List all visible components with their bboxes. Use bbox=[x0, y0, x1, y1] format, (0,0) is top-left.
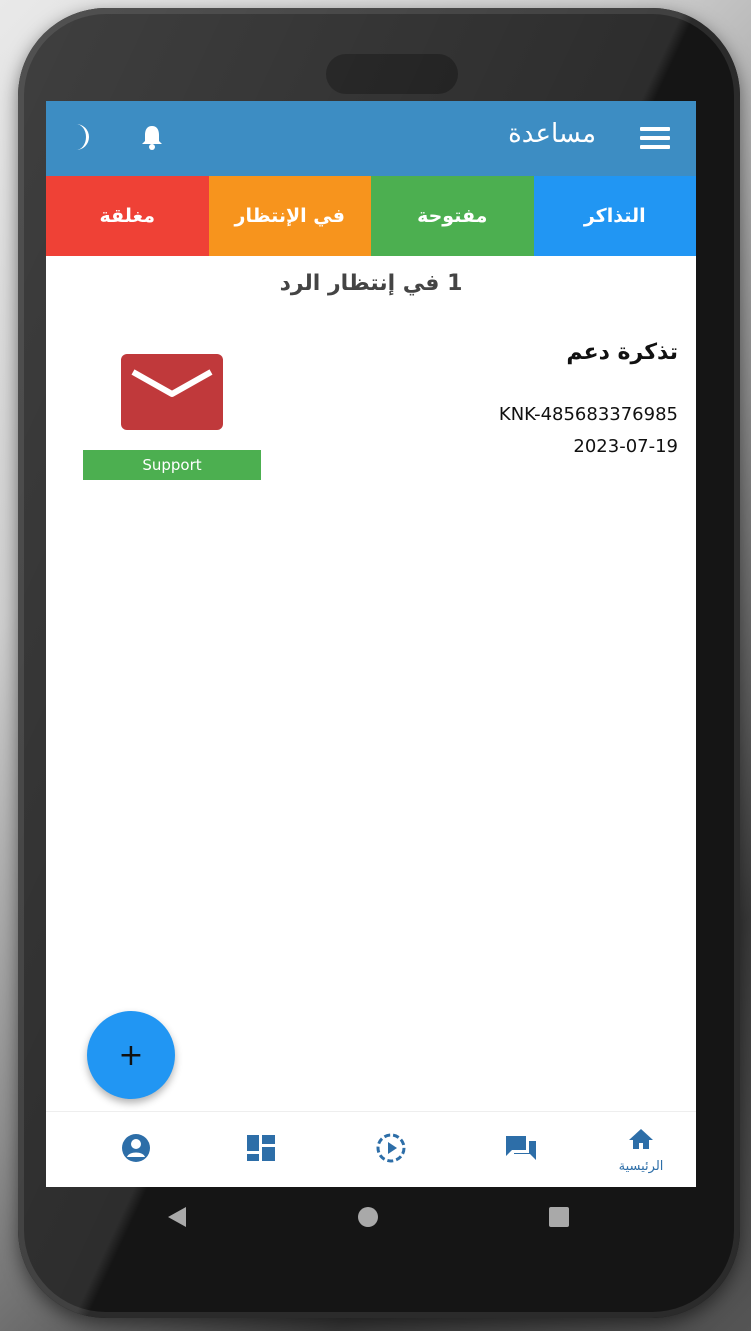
nav-home[interactable]: الرئيسية bbox=[591, 1112, 691, 1187]
home-circle-icon[interactable] bbox=[358, 1207, 378, 1227]
account-icon bbox=[121, 1133, 151, 1167]
moon-icon[interactable] bbox=[66, 121, 98, 153]
back-icon[interactable] bbox=[166, 1205, 188, 1233]
phone-speaker bbox=[326, 54, 458, 94]
ticket-title: تذكرة دعم bbox=[566, 340, 678, 365]
add-ticket-button[interactable]: + bbox=[87, 1011, 175, 1099]
recents-square-icon[interactable] bbox=[549, 1207, 569, 1227]
envelope-icon bbox=[121, 354, 223, 430]
app-screen: مساعدة مغلقة في الإنتظار مفتوحة التذاكر … bbox=[46, 101, 696, 1187]
nav-media[interactable] bbox=[341, 1112, 441, 1187]
bottom-nav: الرئيسية bbox=[46, 1111, 696, 1187]
status-heading: 1 في إنتظار الرد bbox=[279, 271, 463, 296]
home-icon bbox=[627, 1127, 655, 1155]
app-bar: مساعدة bbox=[46, 101, 696, 176]
tab-closed[interactable]: مغلقة bbox=[46, 176, 209, 256]
chat-icon bbox=[504, 1134, 538, 1166]
ticket-category-badge: Support bbox=[83, 450, 261, 480]
play-circle-icon bbox=[375, 1132, 407, 1168]
bell-icon[interactable] bbox=[136, 121, 168, 153]
tab-tickets[interactable]: التذاكر bbox=[533, 176, 696, 256]
tab-pending[interactable]: في الإنتظار bbox=[208, 176, 371, 256]
ticket-date: 2023-07-19 bbox=[573, 436, 678, 457]
nav-dashboard[interactable] bbox=[211, 1112, 311, 1187]
nav-chat[interactable] bbox=[471, 1112, 571, 1187]
tab-open[interactable]: مفتوحة bbox=[371, 176, 534, 256]
ticket-id: KNK-485683376985 bbox=[498, 404, 678, 425]
dashboard-icon bbox=[246, 1134, 276, 1166]
page-title: مساعدة bbox=[508, 119, 596, 149]
system-nav-bar bbox=[46, 1187, 696, 1247]
nav-account[interactable] bbox=[86, 1112, 186, 1187]
nav-home-label: الرئيسية bbox=[618, 1158, 664, 1174]
menu-icon[interactable] bbox=[640, 123, 674, 153]
ticket-tabs: مغلقة في الإنتظار مفتوحة التذاكر bbox=[46, 176, 696, 256]
ticket-card[interactable]: تذكرة دعم KNK-485683376985 2023-07-19 Su… bbox=[46, 326, 696, 486]
